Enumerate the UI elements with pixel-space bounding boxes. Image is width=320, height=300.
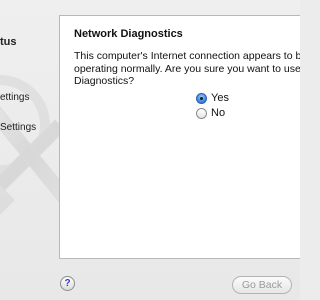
network-diagnostics-window: tus ettings Settings Network Diagnostics…	[0, 0, 300, 300]
radio-no-button[interactable]	[196, 107, 207, 119]
sidebar: tus ettings Settings	[0, 0, 62, 262]
description-line-2: operating normally. Are you sure you wan…	[74, 62, 300, 75]
sidebar-item-network-settings[interactable]: ettings	[0, 92, 29, 103]
radio-yes[interactable]: Yes	[196, 92, 229, 104]
radio-no[interactable]: No	[196, 107, 225, 119]
sidebar-item-isp-settings[interactable]: Settings	[0, 122, 36, 133]
radio-no-label[interactable]: No	[211, 107, 225, 119]
diagnostics-tools-icon	[0, 75, 62, 222]
sidebar-item-network-status[interactable]: tus	[0, 36, 17, 48]
help-button[interactable]: ?	[60, 276, 75, 291]
description-line-3: Diagnostics?	[74, 75, 135, 87]
go-back-button[interactable]: Go Back	[232, 276, 292, 294]
radio-yes-label[interactable]: Yes	[211, 92, 229, 104]
content-panel: Network Diagnostics This computer's Inte…	[59, 15, 300, 259]
panel-description: This computer's Internet connection appe…	[74, 50, 300, 88]
panel-title: Network Diagnostics	[74, 28, 183, 40]
description-line-1: This computer's Internet connection appe…	[74, 50, 300, 62]
radio-yes-button[interactable]	[196, 92, 207, 104]
